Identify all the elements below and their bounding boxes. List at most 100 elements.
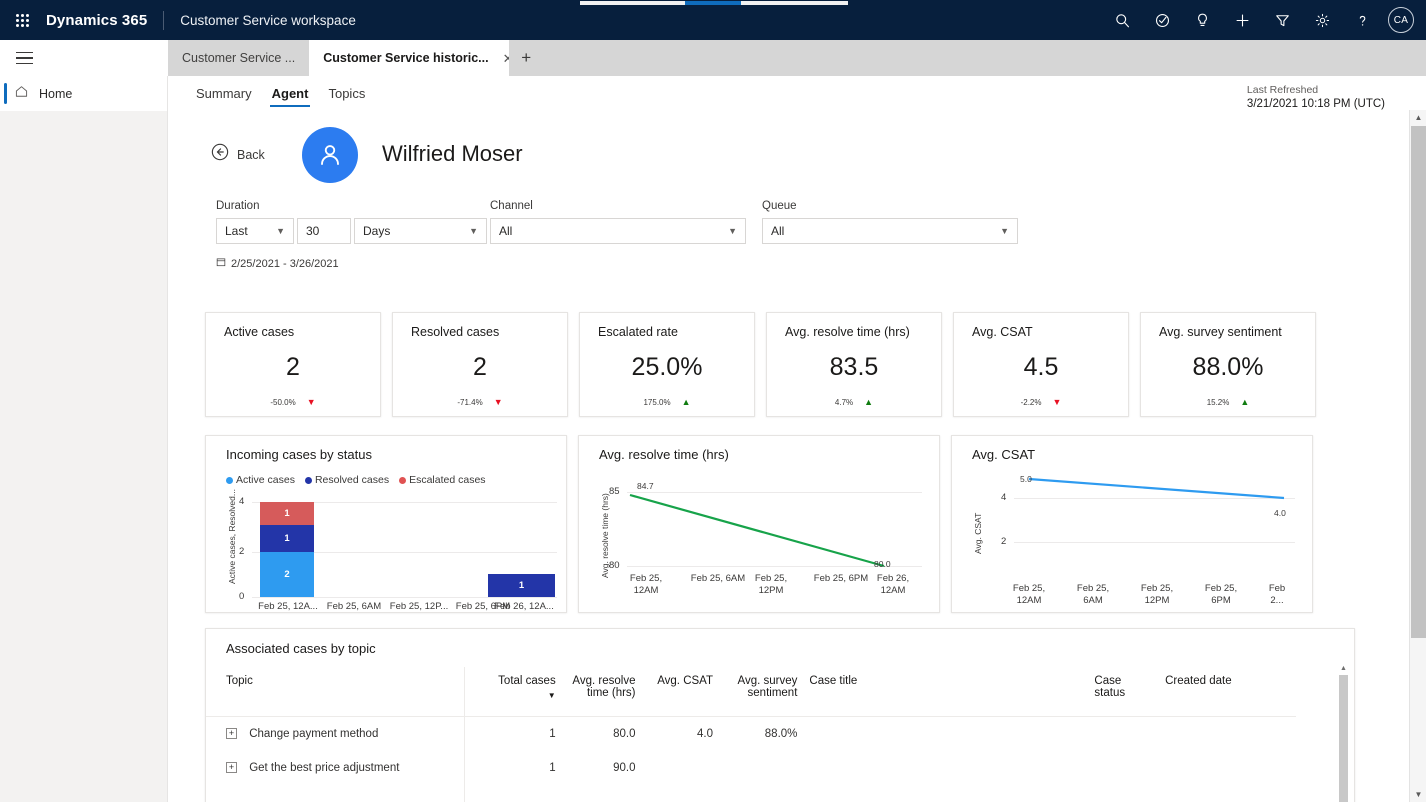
kpi-card-escalated-rate[interactable]: Escalated rate 25.0% 175.0% ▲ — [579, 312, 755, 417]
legend-item-escalated-cases[interactable]: Escalated cases — [399, 474, 486, 486]
column-header-avg-survey-sentiment[interactable]: Avg. survey sentiment — [719, 667, 804, 717]
search-icon[interactable] — [1102, 0, 1142, 40]
bar-segment-resolved[interactable]: 1 — [260, 525, 314, 552]
chart-title: Incoming cases by status — [226, 447, 372, 462]
column-header-total-cases[interactable]: Total cases ▼ — [479, 667, 562, 717]
duration-mode-select[interactable]: Last ▼ — [216, 218, 294, 244]
legend-item-resolved-cases[interactable]: Resolved cases — [304, 474, 389, 486]
tab-summary[interactable]: Summary — [186, 76, 262, 110]
chart-incoming-cases-by-status[interactable]: Incoming cases by status Active cases Re… — [205, 435, 567, 613]
session-tab-customer-service[interactable]: Customer Service ... — [168, 40, 310, 76]
duration-value-input[interactable]: 30 — [297, 218, 351, 244]
column-header-case-title[interactable]: Case title — [803, 667, 1089, 717]
duration-unit-select[interactable]: Days ▼ — [354, 218, 487, 244]
tab-topics[interactable]: Topics — [318, 76, 375, 110]
chart-panel-row: Incoming cases by status Active cases Re… — [205, 435, 1355, 613]
session-tab-customer-service-historical[interactable]: Customer Service historic... ✕ — [309, 40, 510, 76]
sort-descending-icon: ▼ — [547, 691, 556, 700]
sidebar-item-home[interactable]: Home — [0, 76, 167, 111]
table-header-row: Topic Total cases ▼ Avg. resolve time (h… — [206, 667, 1296, 717]
hamburger-menu-icon[interactable] — [10, 43, 40, 73]
channel-select[interactable]: All ▼ — [490, 218, 746, 244]
table-vertical-scrollbar[interactable]: ▲ — [1338, 663, 1349, 802]
help-icon[interactable] — [1342, 0, 1382, 40]
tab-label: Summary — [196, 85, 252, 101]
kpi-delta: -2.2% — [1020, 398, 1042, 407]
column-header-case-status[interactable]: Case status — [1088, 667, 1160, 717]
x-tick: Feb 25, 6AM — [1076, 583, 1110, 606]
legend-item-active-cases[interactable]: Active cases — [226, 474, 295, 486]
bar-segment-active[interactable]: 2 — [260, 552, 314, 597]
gear-icon[interactable] — [1302, 0, 1342, 40]
kpi-value: 2 — [286, 353, 300, 381]
filter-icon[interactable] — [1262, 0, 1302, 40]
table-row[interactable]: + Change payment method 1 80.0 4.0 88.0% — [206, 717, 1296, 752]
column-header-avg-csat[interactable]: Avg. CSAT — [641, 667, 720, 717]
cell-total-cases: 1 — [549, 762, 556, 774]
bar-value-label: 2 — [284, 569, 290, 580]
kpi-value: 4.5 — [1023, 353, 1059, 381]
chart-avg-resolve-time[interactable]: Avg. resolve time (hrs) Avg. resolve tim… — [578, 435, 940, 613]
scrollbar-thumb[interactable] — [1411, 126, 1426, 638]
trend-down-icon: ▼ — [493, 397, 503, 407]
plus-icon[interactable] — [1222, 0, 1262, 40]
kpi-card-avg-csat[interactable]: Avg. CSAT 4.5 -2.2% ▼ — [953, 312, 1129, 417]
assistant-icon[interactable] — [1142, 0, 1182, 40]
sidebar-item-label: Home — [39, 86, 73, 101]
app-launcher-button[interactable] — [0, 0, 44, 40]
session-tab-label: Customer Service ... — [182, 51, 296, 65]
person-icon — [321, 145, 339, 165]
expand-icon[interactable]: + — [226, 762, 237, 774]
column-header-label: Case title — [809, 675, 858, 687]
channel-label: Channel — [490, 200, 533, 212]
tip-icon[interactable] — [1182, 0, 1222, 40]
queue-select[interactable]: All ▼ — [762, 218, 1018, 244]
report-tab-bar: Summary Agent Topics — [168, 76, 1409, 110]
duration-mode-value: Last — [225, 224, 248, 238]
column-header-created-date[interactable]: Created date — [1159, 667, 1296, 717]
kpi-delta: -71.4% — [457, 398, 483, 407]
back-button[interactable]: Back — [210, 142, 265, 167]
legend-swatch — [226, 476, 233, 484]
scroll-down-arrow-icon[interactable]: ▼ — [1410, 787, 1426, 802]
column-header-avg-resolve-time[interactable]: Avg. resolve time (hrs) — [561, 667, 642, 717]
expand-icon[interactable]: + — [226, 728, 237, 740]
kpi-card-avg-resolve-time[interactable]: Avg. resolve time (hrs) 83.5 4.7% ▲ — [766, 312, 942, 417]
kpi-card-row: Active cases 2 -50.0% ▼ Resolved cases 2… — [205, 312, 1355, 417]
column-header-topic[interactable]: Topic — [206, 667, 480, 717]
tab-agent[interactable]: Agent — [262, 76, 319, 110]
x-tick: Feb 25, 6AM — [326, 601, 382, 612]
kpi-card-active-cases[interactable]: Active cases 2 -50.0% ▼ — [205, 312, 381, 417]
scroll-up-arrow-icon[interactable]: ▲ — [1338, 663, 1349, 674]
agent-header: Back Wilfried Moser — [168, 110, 1409, 190]
cell-topic[interactable]: + Change payment method — [206, 717, 480, 752]
user-avatar-button[interactable]: CA — [1388, 7, 1414, 33]
table-row[interactable]: + Get the best price adjustment 1 90.0 — [206, 751, 1296, 785]
progress-indicator-segment — [685, 1, 741, 5]
x-tick: Feb 26, 12AM — [876, 573, 910, 596]
kpi-delta-row: -71.4% ▼ — [393, 397, 567, 408]
main-content-area: Summary Agent Topics Last Refreshed 3/21… — [168, 76, 1409, 802]
kpi-delta-row: -2.2% ▼ — [954, 398, 1128, 408]
kpi-card-resolved-cases[interactable]: Resolved cases 2 -71.4% ▼ — [392, 312, 568, 417]
data-point-label: 4.0 — [1274, 508, 1286, 518]
table-title: Associated cases by topic — [226, 641, 376, 656]
cell-topic[interactable]: + Get the best price adjustment — [206, 751, 480, 785]
page-vertical-scrollbar[interactable]: ▲ ▼ — [1409, 110, 1426, 802]
kpi-title: Active cases — [224, 325, 295, 339]
legend-label: Active cases — [236, 474, 295, 486]
bar-segment-resolved[interactable]: 1 — [488, 574, 555, 597]
kpi-value: 2 — [473, 353, 487, 381]
queue-label: Queue — [762, 200, 797, 212]
cell-created-date — [1159, 717, 1296, 752]
scroll-up-arrow-icon[interactable]: ▲ — [1410, 110, 1426, 125]
kpi-card-avg-survey-sentiment[interactable]: Avg. survey sentiment 88.0% 15.2% ▲ — [1140, 312, 1316, 417]
close-icon[interactable]: ✕ — [499, 50, 510, 67]
kpi-delta-row: 4.7% ▲ — [767, 398, 941, 408]
scrollbar-thumb[interactable] — [1339, 675, 1348, 802]
kpi-value: 25.0% — [631, 353, 703, 381]
tab-label: Topics — [328, 85, 366, 101]
bar-segment-escalated[interactable]: 1 — [260, 502, 314, 525]
new-tab-button[interactable]: + — [509, 40, 543, 76]
chart-avg-csat[interactable]: Avg. CSAT Avg. CSAT 4 2 5.0 4.0 Feb 25, … — [951, 435, 1313, 613]
